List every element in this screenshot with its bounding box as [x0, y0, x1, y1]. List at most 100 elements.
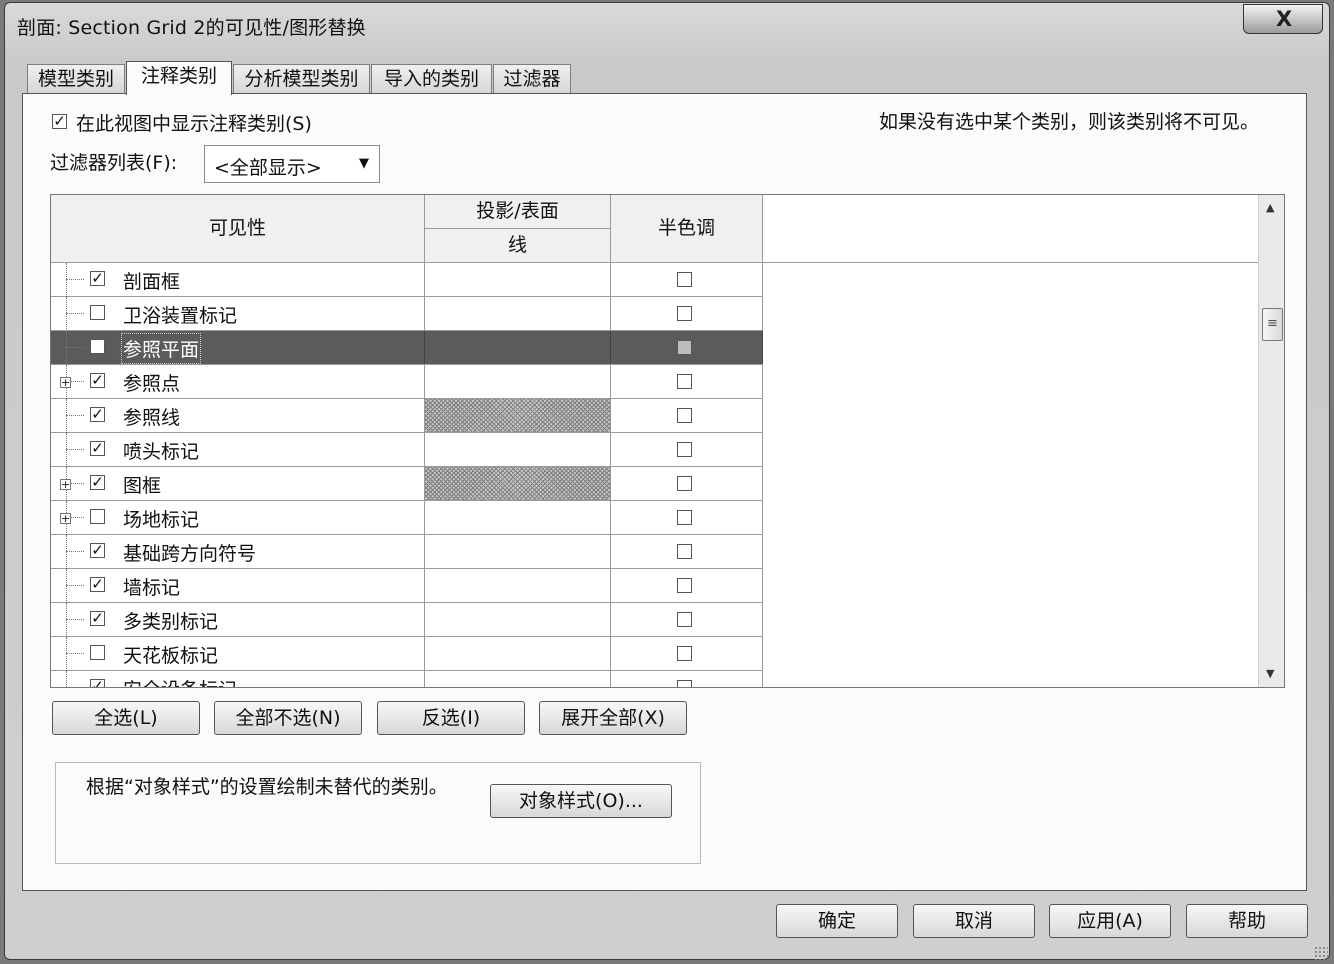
- lines-override-cell[interactable]: [425, 671, 611, 687]
- lines-override-cell[interactable]: [425, 399, 611, 432]
- visibility-checkbox[interactable]: ✓: [90, 577, 105, 592]
- visibility-checkbox[interactable]: ✓: [90, 611, 105, 626]
- lines-override-cell[interactable]: [425, 331, 611, 364]
- help-button[interactable]: 帮助: [1186, 904, 1308, 938]
- cancel-button[interactable]: 取消: [913, 904, 1035, 938]
- select-none-button[interactable]: 全部不选(N): [214, 701, 362, 735]
- visibility-cell[interactable]: ✓ 喷头标记: [51, 433, 425, 467]
- halftone-checkbox[interactable]: [677, 612, 692, 627]
- halftone-cell[interactable]: [611, 637, 763, 670]
- table-row[interactable]: 天花板标记: [51, 637, 763, 671]
- visibility-cell[interactable]: 卫浴装置标记: [51, 297, 425, 331]
- halftone-checkbox[interactable]: [677, 646, 692, 661]
- lines-override-cell[interactable]: [425, 569, 611, 602]
- table-row[interactable]: + ✓ 参照点: [51, 365, 763, 399]
- visibility-checkbox[interactable]: [90, 509, 105, 524]
- halftone-cell[interactable]: [611, 535, 763, 568]
- filter-list-dropdown[interactable]: <全部显示> ▼: [204, 145, 380, 183]
- table-row[interactable]: 卫浴装置标记: [51, 297, 763, 331]
- lines-override-cell[interactable]: [425, 603, 611, 636]
- lines-override-cell[interactable]: [425, 535, 611, 568]
- halftone-checkbox[interactable]: [677, 680, 692, 687]
- table-row[interactable]: ✓ 多类别标记: [51, 603, 763, 637]
- visibility-checkbox[interactable]: ✓: [90, 543, 105, 558]
- halftone-cell[interactable]: [611, 569, 763, 602]
- halftone-checkbox[interactable]: [677, 578, 692, 593]
- scroll-down-icon[interactable]: ▼: [1266, 667, 1274, 680]
- tab-model-categories[interactable]: 模型类别: [27, 64, 125, 94]
- halftone-cell[interactable]: [611, 671, 763, 687]
- lines-override-cell[interactable]: [425, 263, 611, 296]
- header-visibility[interactable]: 可见性: [51, 195, 425, 263]
- table-row[interactable]: ✓ 剖面框: [51, 263, 763, 297]
- table-row[interactable]: ✓ 安全设备标记: [51, 671, 763, 687]
- lines-override-cell[interactable]: [425, 365, 611, 398]
- halftone-cell[interactable]: [611, 501, 763, 534]
- close-button[interactable]: X: [1243, 4, 1323, 34]
- table-row[interactable]: ✓ 参照线: [51, 399, 763, 433]
- ok-button[interactable]: 确定: [776, 904, 898, 938]
- visibility-cell[interactable]: ✓ 安全设备标记: [51, 671, 425, 687]
- table-row[interactable]: + ✓ 图框: [51, 467, 763, 501]
- lines-override-cell[interactable]: [425, 433, 611, 466]
- tab-imported-categories[interactable]: 导入的类别: [371, 64, 492, 94]
- resize-grip-icon[interactable]: [1314, 946, 1328, 960]
- visibility-cell[interactable]: ✓ 墙标记: [51, 569, 425, 603]
- expand-icon[interactable]: +: [60, 377, 71, 388]
- visibility-checkbox[interactable]: ✓: [90, 373, 105, 388]
- visibility-cell[interactable]: + ✓ 参照点: [51, 365, 425, 399]
- table-row[interactable]: ✓ 喷头标记: [51, 433, 763, 467]
- halftone-checkbox[interactable]: [677, 510, 692, 525]
- halftone-checkbox[interactable]: [677, 408, 692, 423]
- visibility-cell[interactable]: + 场地标记: [51, 501, 425, 535]
- visibility-checkbox[interactable]: ✓: [90, 441, 105, 456]
- invert-selection-button[interactable]: 反选(I): [377, 701, 525, 735]
- expand-icon[interactable]: +: [60, 479, 71, 490]
- show-annotations-checkbox[interactable]: ✓: [52, 114, 67, 129]
- visibility-checkbox[interactable]: ✓: [90, 475, 105, 490]
- lines-override-cell[interactable]: [425, 501, 611, 534]
- table-row[interactable]: + 场地标记: [51, 501, 763, 535]
- halftone-cell[interactable]: [611, 297, 763, 330]
- visibility-cell[interactable]: ✓ 基础跨方向符号: [51, 535, 425, 569]
- tab-annotation-categories[interactable]: 注释类别: [126, 61, 232, 95]
- grid-scrollbar[interactable]: ▲ ≡ ▼: [1258, 195, 1284, 687]
- halftone-checkbox[interactable]: [677, 544, 692, 559]
- table-row[interactable]: 参照平面: [51, 331, 763, 365]
- halftone-checkbox[interactable]: [677, 272, 692, 287]
- halftone-checkbox[interactable]: [677, 442, 692, 457]
- header-halftone[interactable]: 半色调: [611, 195, 763, 263]
- halftone-cell[interactable]: [611, 467, 763, 500]
- lines-override-cell[interactable]: [425, 297, 611, 330]
- halftone-cell[interactable]: [611, 365, 763, 398]
- visibility-cell[interactable]: + ✓ 图框: [51, 467, 425, 501]
- tab-filters[interactable]: 过滤器: [493, 64, 571, 94]
- lines-override-cell[interactable]: [425, 637, 611, 670]
- expand-all-button[interactable]: 展开全部(X): [539, 701, 687, 735]
- halftone-checkbox[interactable]: [677, 340, 692, 355]
- visibility-checkbox[interactable]: [90, 339, 105, 354]
- table-row[interactable]: ✓ 墙标记: [51, 569, 763, 603]
- scroll-thumb[interactable]: ≡: [1262, 308, 1283, 341]
- halftone-checkbox[interactable]: [677, 306, 692, 321]
- visibility-checkbox[interactable]: ✓: [90, 407, 105, 422]
- halftone-cell[interactable]: [611, 603, 763, 636]
- visibility-checkbox[interactable]: ✓: [90, 271, 105, 286]
- halftone-checkbox[interactable]: [677, 476, 692, 491]
- header-lines[interactable]: 线: [425, 229, 611, 263]
- halftone-cell[interactable]: [611, 399, 763, 432]
- visibility-cell[interactable]: ✓ 多类别标记: [51, 603, 425, 637]
- visibility-checkbox[interactable]: ✓: [90, 679, 105, 687]
- table-row[interactable]: ✓ 基础跨方向符号: [51, 535, 763, 569]
- scroll-up-icon[interactable]: ▲: [1266, 201, 1274, 214]
- tab-analytical-model-categories[interactable]: 分析模型类别: [233, 64, 370, 94]
- halftone-cell[interactable]: [611, 263, 763, 296]
- visibility-checkbox[interactable]: [90, 305, 105, 320]
- visibility-cell[interactable]: ✓ 剖面框: [51, 263, 425, 297]
- halftone-cell[interactable]: [611, 331, 763, 364]
- object-styles-button[interactable]: 对象样式(O)...: [490, 784, 672, 818]
- visibility-checkbox[interactable]: [90, 645, 105, 660]
- visibility-cell[interactable]: ✓ 参照线: [51, 399, 425, 433]
- apply-button[interactable]: 应用(A): [1049, 904, 1171, 938]
- visibility-cell[interactable]: 天花板标记: [51, 637, 425, 671]
